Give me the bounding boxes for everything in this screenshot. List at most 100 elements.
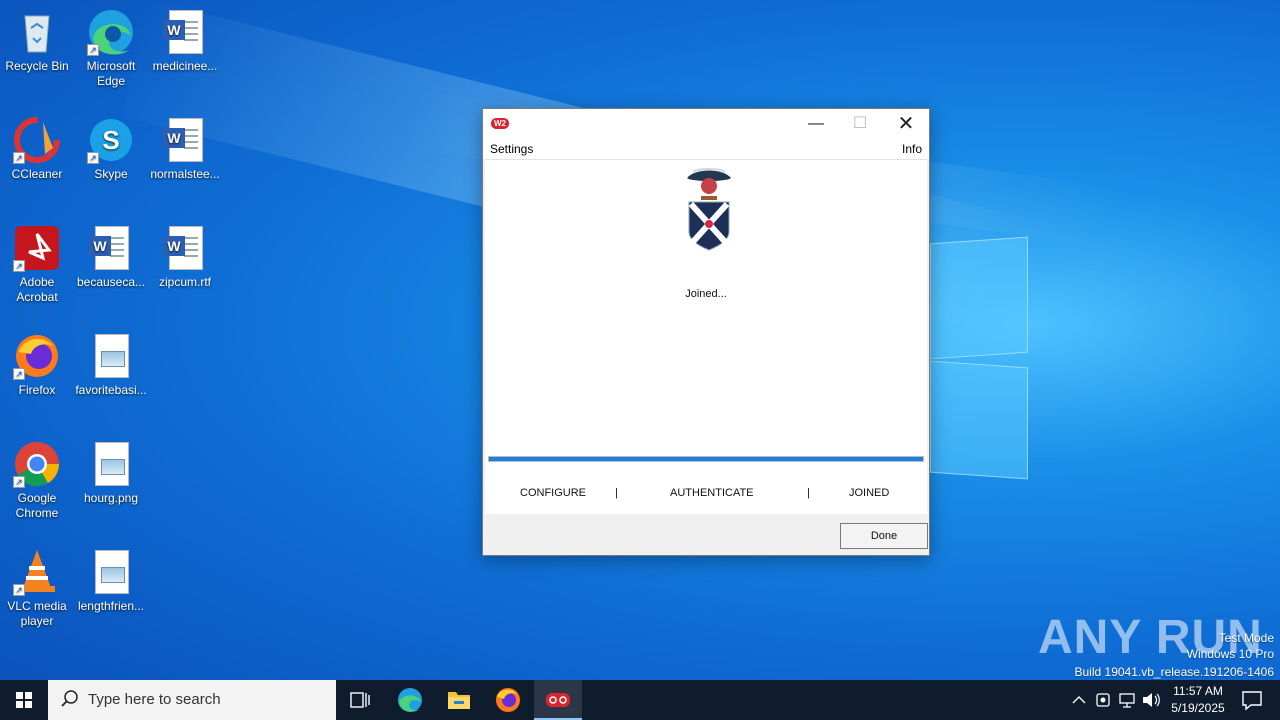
icon-label: lengthfrien... [77,599,145,613]
menu-settings[interactable]: Settings [490,142,533,156]
show-hidden-icons-button[interactable] [1068,680,1090,720]
desktop-icon-vlc[interactable]: ↗ VLC media player [0,548,74,629]
chevron-up-icon [1072,696,1086,704]
taskbar: Type here to search 11:57 AM 5/19/2025 [0,680,1280,720]
desktop-icon-ccleaner[interactable]: ↗ CCleaner [0,116,74,182]
folder-icon [448,692,470,709]
action-center-button[interactable] [1232,680,1272,720]
app-logo-icon [546,693,570,707]
windows-start-icon [16,692,32,708]
build-info-line: Build 19041.vb_release.191206-1406 [1074,665,1275,679]
joiner-dialog-window: W2 — ☐ ✕ Settings Info Joined... CONFIGU… [482,108,930,556]
tray-app-button[interactable] [1092,680,1114,720]
clock-time: 11:57 AM [1173,684,1223,698]
icon-label: favoritebasi... [75,383,147,397]
taskbar-edge[interactable] [386,680,434,720]
desktop-icon-medicinee[interactable]: W medicinee... [148,8,222,74]
volume-button[interactable] [1140,680,1162,720]
desktop-icon-google-chrome[interactable]: ↗ Google Chrome [0,440,74,521]
join-status-text: Joined... [685,288,727,300]
adobe-acrobat-icon: ↗ [13,224,61,272]
word-document-icon: W [161,224,209,272]
edge-icon [398,688,422,712]
word-document-icon: W [161,8,209,56]
university-crest-icon [687,168,731,251]
shortcut-arrow-icon: ↗ [13,260,25,272]
icon-label: Skype [94,167,128,181]
desktop-icon-hourg[interactable]: hourg.png [74,440,148,506]
icon-label: VLC media player [7,599,67,628]
app-logo-icon: W2 [491,118,509,129]
edge-icon: ↗ [87,8,135,56]
ccleaner-icon: ↗ [13,116,61,164]
taskbar-firefox[interactable] [484,680,532,720]
desktop-icon-becauseca[interactable]: W becauseca... [74,224,148,290]
icon-label: hourg.png [83,491,139,505]
shortcut-arrow-icon: ↗ [87,152,99,164]
tray-app-icon [1096,693,1110,707]
recycle-bin-icon [13,8,61,56]
icon-label: CCleaner [11,167,63,181]
title-bar[interactable]: W2 — ☐ ✕ [483,109,929,139]
task-view-button[interactable] [336,680,384,720]
desktop-icon-adobe-acrobat[interactable]: ↗ Adobe Acrobat [0,224,74,305]
windows-logo-wallpaper [930,236,1030,480]
search-placeholder: Type here to search [88,691,221,708]
shortcut-arrow-icon: ↗ [13,152,25,164]
windows-edition-line: Windows 10 Pro [1186,647,1274,661]
step-authenticate: AUTHENTICATE [670,487,754,499]
clock-date: 5/19/2025 [1171,701,1225,715]
image-file-icon [87,332,135,380]
step-indicator: CONFIGURE | AUTHENTICATE | JOINED [485,485,927,501]
task-view-icon [350,692,370,708]
icon-label: Recycle Bin [5,59,69,73]
step-configure: CONFIGURE [520,487,586,499]
network-icon [1119,693,1135,708]
icon-label: zipcum.rtf [158,275,211,289]
speaker-icon [1143,693,1160,707]
taskbar-file-explorer[interactable] [435,680,483,720]
desktop-icon-zipcum[interactable]: W zipcum.rtf [148,224,222,290]
icon-label: Microsoft Edge [86,59,136,88]
taskbar-clock[interactable]: 11:57 AM 5/19/2025 [1160,683,1236,717]
desktop-icon-firefox[interactable]: ↗ Firefox [0,332,74,398]
taskbar-joiner-app[interactable] [534,680,582,720]
desktop-icon-normalstee[interactable]: W normalstee... [148,116,222,182]
shortcut-arrow-icon: ↗ [13,476,25,488]
image-file-icon [87,548,135,596]
firefox-icon: ↗ [13,332,61,380]
minimize-button[interactable]: — [793,109,839,139]
step-separator: | [615,487,618,499]
shortcut-arrow-icon: ↗ [87,44,99,56]
start-button[interactable] [0,680,48,720]
skype-icon: S ↗ [87,116,135,164]
notification-icon [1242,691,1262,711]
test-mode-line: Test Mode [1218,631,1274,645]
icon-label: normalstee... [150,167,220,181]
desktop-icon-lengthfrien[interactable]: lengthfrien... [74,548,148,614]
desktop-icon-microsoft-edge[interactable]: ↗ Microsoft Edge [74,8,148,89]
close-button[interactable]: ✕ [883,109,929,139]
progress-bar [488,456,924,462]
search-icon [61,690,78,707]
icon-label: medicinee... [152,59,218,73]
google-chrome-icon: ↗ [13,440,61,488]
step-separator: | [807,487,810,499]
icon-label: Firefox [18,383,56,397]
taskbar-search-box[interactable]: Type here to search [48,680,336,720]
menu-info[interactable]: Info [902,142,922,156]
word-document-icon: W [161,116,209,164]
network-button[interactable] [1116,680,1138,720]
desktop-icon-recycle-bin[interactable]: Recycle Bin [0,8,74,74]
desktop-icon-favoritebasi[interactable]: favoritebasi... [74,332,148,398]
shortcut-arrow-icon: ↗ [13,368,25,380]
svg-text:S: S [102,125,119,155]
maximize-button[interactable]: ☐ [837,109,883,139]
progress-fill [489,457,923,461]
firefox-icon [496,688,520,712]
done-button[interactable]: Done [840,523,928,549]
menu-bar: Settings Info [483,139,929,159]
desktop-icon-skype[interactable]: S ↗ Skype [74,116,148,182]
icon-label: becauseca... [76,275,146,289]
image-file-icon [87,440,135,488]
